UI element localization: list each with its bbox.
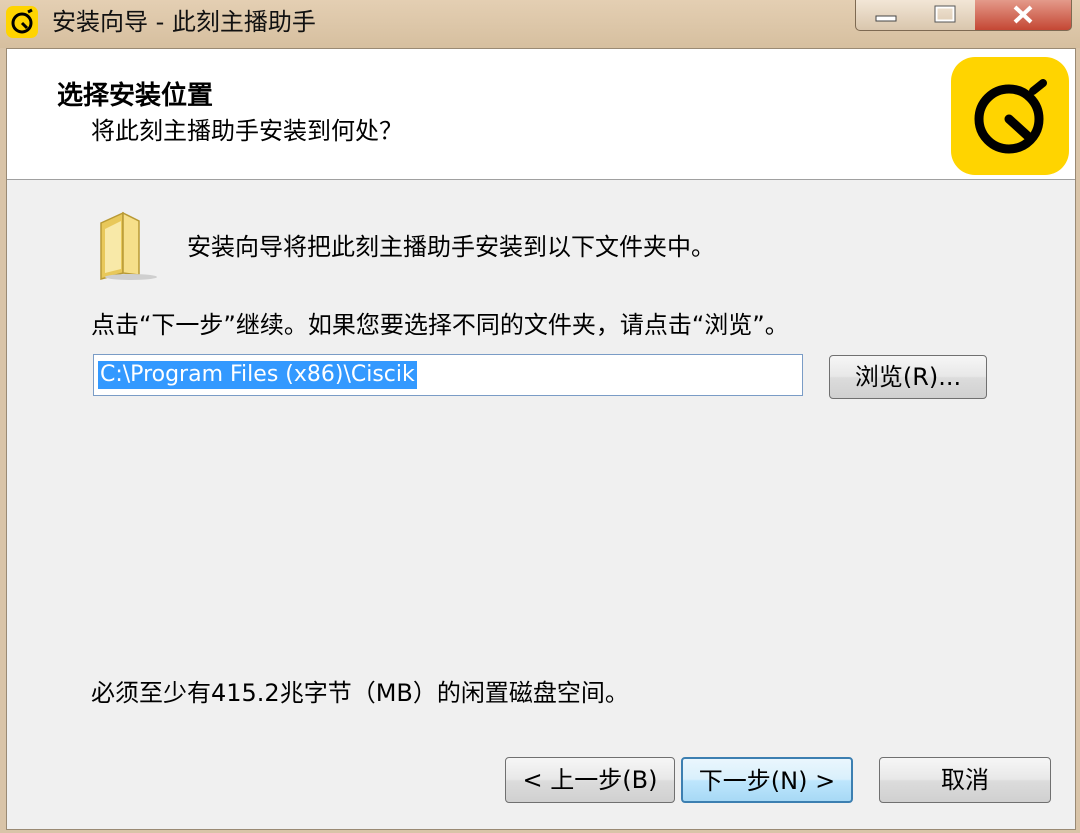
maximize-button[interactable] <box>915 0 976 31</box>
title-bar[interactable]: 安装向导 - 此刻主播助手 <box>0 0 1080 48</box>
minimize-icon <box>875 15 897 22</box>
window-title: 安装向导 - 此刻主播助手 <box>52 8 316 36</box>
browse-button[interactable]: 浏览(R)... <box>829 355 987 399</box>
close-button[interactable] <box>975 0 1072 31</box>
intro-text: 安装向导将把此刻主播助手安装到以下文件夹中。 <box>187 233 715 261</box>
next-button[interactable]: 下一步(N) > <box>681 757 853 803</box>
cancel-button[interactable]: 取消 <box>879 757 1051 803</box>
install-path-value: C:\Program Files (x86)\Ciscik <box>98 361 417 389</box>
install-path-input[interactable]: C:\Program Files (x86)\Ciscik <box>93 354 803 396</box>
maximize-icon <box>934 5 956 23</box>
installer-window: 安装向导 - 此刻主播助手 选择安装位置 将此刻主播助手安装到何处？ 安装向导将… <box>0 0 1080 833</box>
folder-icon <box>95 209 159 285</box>
page-subtitle: 将此刻主播助手安装到何处？ <box>91 117 403 145</box>
back-button[interactable]: < 上一步(B) <box>505 757 675 803</box>
minimize-button[interactable] <box>855 0 917 31</box>
close-icon <box>1013 5 1033 24</box>
clock-logo-icon <box>951 57 1069 175</box>
instruction-text: 点击“下一步”继续。如果您要选择不同的文件夹，请点击“浏览”。 <box>91 311 789 339</box>
page-title: 选择安装位置 <box>57 81 214 111</box>
page-header: 选择安装位置 将此刻主播助手安装到何处？ <box>7 49 1075 180</box>
app-icon <box>6 6 38 38</box>
disk-space-requirement: 必须至少有415.2兆字节（MB）的闲置磁盘空间。 <box>91 679 629 707</box>
dialog-content: 选择安装位置 将此刻主播助手安装到何处？ 安装向导将把此刻主播助手安装到以下文件… <box>6 48 1076 830</box>
